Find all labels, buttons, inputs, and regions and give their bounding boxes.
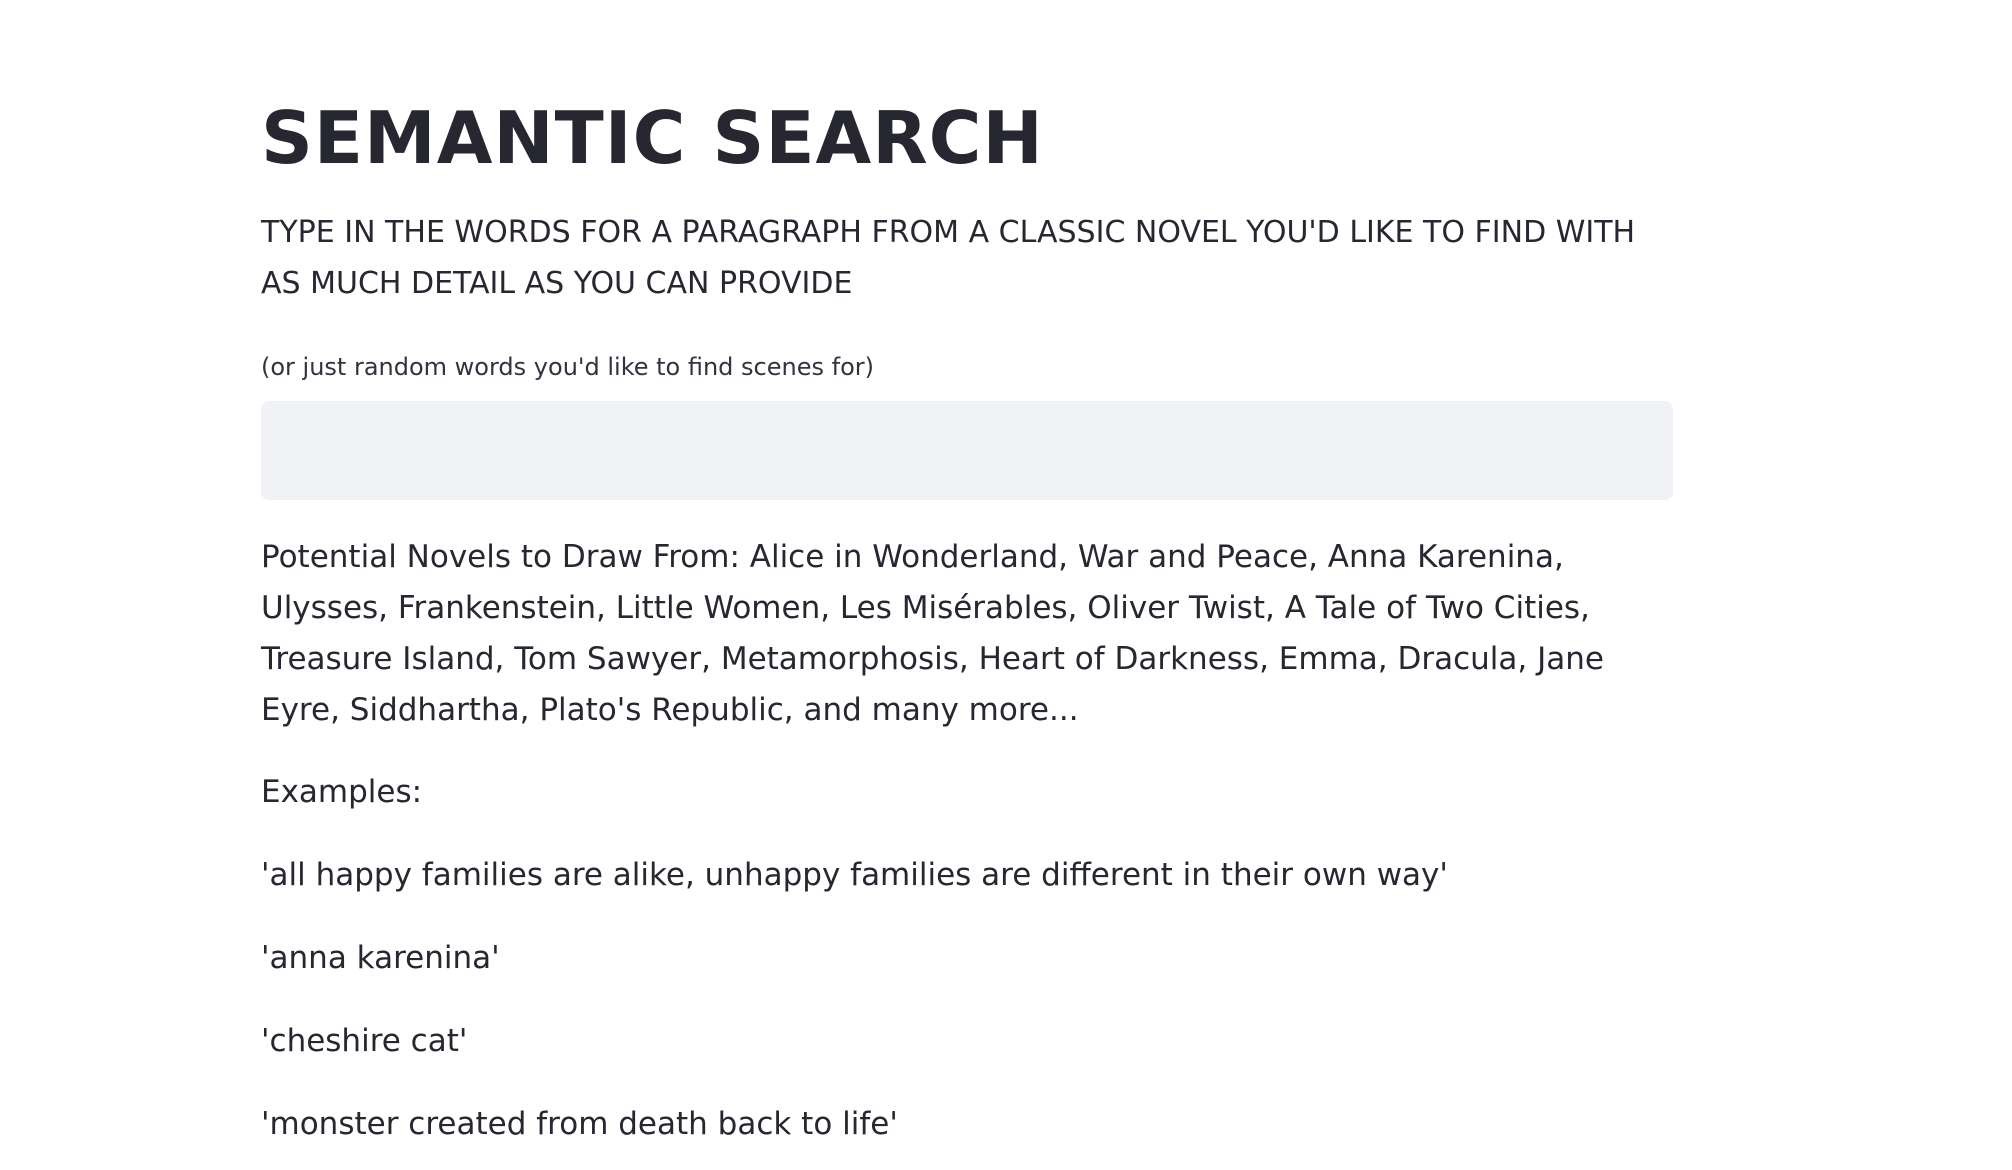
example-item: 'all happy families are alike, unhappy f…: [261, 857, 1448, 893]
example-item: 'cheshire cat': [261, 1023, 468, 1059]
search-input-label: (or just random words you'd like to find…: [261, 353, 874, 381]
app-page: SEMANTIC SEARCH TYPE IN THE WORDS FOR A …: [0, 0, 2012, 1170]
examples-heading: Examples:: [261, 774, 423, 810]
example-item: 'monster created from death back to life…: [261, 1106, 898, 1142]
search-input[interactable]: [261, 401, 1673, 500]
novels-list-text: Potential Novels to Draw From: Alice in …: [261, 539, 1604, 728]
example-item: 'anna karenina': [261, 940, 500, 976]
page-title: SEMANTIC SEARCH: [261, 96, 1044, 180]
page-subtitle: TYPE IN THE WORDS FOR A PARAGRAPH FROM A…: [261, 215, 1636, 301]
